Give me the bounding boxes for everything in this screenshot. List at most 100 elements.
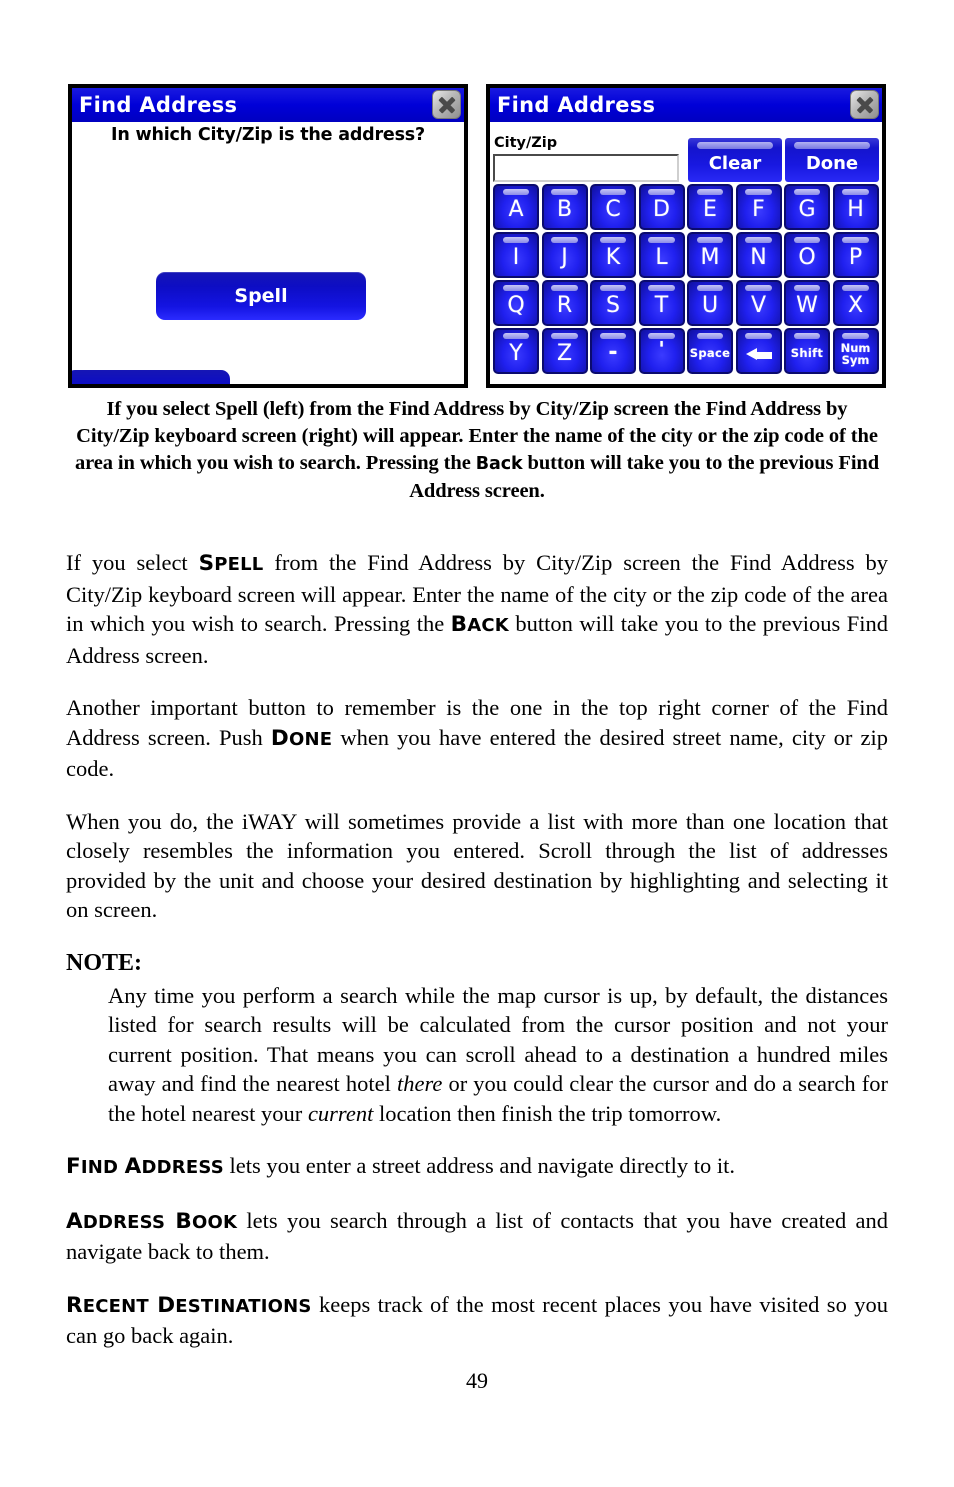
button-highlight	[794, 142, 870, 149]
key-label: P	[848, 245, 863, 270]
prompt-text: In which City/Zip is the address?	[111, 125, 425, 145]
right-screen-titlebar: Find Address	[490, 88, 882, 122]
key-highlight	[793, 189, 821, 195]
key-label: D	[653, 197, 670, 222]
key-j[interactable]: J	[541, 232, 588, 278]
key-highlight	[599, 189, 627, 195]
keyboard-row: Q R S T U V W X	[493, 280, 879, 326]
key-p[interactable]: P	[832, 232, 879, 278]
figure-caption: If you select Spell (left) from the Find…	[72, 396, 882, 505]
note-heading: NOTE:	[66, 949, 143, 976]
key-x[interactable]: X	[832, 280, 879, 326]
backspace-arrow-icon[interactable]	[735, 328, 782, 374]
key-f[interactable]: F	[735, 184, 782, 230]
key-highlight	[648, 189, 675, 195]
key-k[interactable]: K	[590, 232, 636, 278]
key-e[interactable]: E	[687, 184, 733, 230]
key-label: C	[605, 197, 621, 222]
key-highlight	[745, 285, 772, 291]
key-highlight	[551, 333, 578, 339]
key-q[interactable]: Q	[493, 280, 539, 326]
key-b[interactable]: B	[541, 184, 588, 230]
key-d[interactable]: D	[638, 184, 685, 230]
page-number: 49	[466, 1368, 488, 1393]
paragraph-find-address: FIND ADDRESS lets you enter a street add…	[66, 1151, 888, 1183]
left-screen-body: In which City/Zip is the address? Spell …	[72, 122, 464, 384]
key-highlight	[599, 285, 627, 291]
key-i[interactable]: I	[493, 232, 539, 278]
key-label: L	[655, 245, 668, 270]
key-label: J	[561, 245, 568, 270]
close-icon[interactable]	[850, 90, 879, 119]
figure-screenshots: Find Address In which City/Zip is the ad…	[68, 84, 886, 388]
key-g[interactable]: G	[784, 184, 830, 230]
spell-button[interactable]: Spell	[156, 272, 366, 320]
key-z[interactable]: Z	[541, 328, 588, 374]
document-page: Find Address In which City/Zip is the ad…	[0, 0, 954, 1487]
key-m[interactable]: M	[687, 232, 733, 278]
key-highlight	[551, 285, 578, 291]
left-screen-title: Find Address	[79, 92, 238, 117]
city-zip-input[interactable]	[493, 154, 680, 182]
back-button-label: Back	[117, 382, 178, 384]
key-highlight	[648, 333, 675, 339]
key-label: X	[847, 293, 864, 318]
key-dash[interactable]: -	[590, 328, 636, 374]
key-t[interactable]: T	[638, 280, 685, 326]
key-o[interactable]: O	[784, 232, 830, 278]
key-highlight	[745, 189, 772, 195]
key-s[interactable]: S	[590, 280, 636, 326]
done-button[interactable]: Done	[785, 138, 879, 182]
key-n[interactable]: N	[735, 232, 782, 278]
key-label: A	[508, 197, 524, 222]
clear-button[interactable]: Clear	[688, 138, 782, 182]
key-label: Z	[556, 341, 573, 366]
key-l[interactable]: L	[638, 232, 685, 278]
key-highlight	[599, 333, 627, 339]
key-label: R	[556, 293, 573, 318]
backspace-arrow-icon	[745, 348, 772, 361]
spell-button-label: Spell	[234, 285, 288, 307]
key-highlight	[648, 237, 675, 243]
key-shift[interactable]: Shift	[784, 328, 830, 374]
key-highlight	[502, 285, 530, 291]
close-icon[interactable]	[432, 90, 461, 119]
key-label: E	[703, 197, 717, 222]
key-label: M	[700, 245, 720, 270]
key-highlight	[696, 189, 724, 195]
key-v[interactable]: V	[735, 280, 782, 326]
key-label: O	[798, 245, 816, 270]
keyboard-row: Y Z - ' Space Shift Num Sym	[493, 328, 879, 374]
city-zip-group: City/Zip	[493, 136, 680, 182]
back-button[interactable]: Back	[72, 370, 230, 384]
key-h[interactable]: H	[832, 184, 879, 230]
paragraph-2: Another important button to remember is …	[66, 693, 888, 784]
key-u[interactable]: U	[687, 280, 733, 326]
key-label: F	[752, 197, 765, 222]
key-highlight	[502, 237, 530, 243]
key-apostrophe[interactable]: '	[638, 328, 685, 374]
key-label: Y	[509, 341, 523, 366]
button-highlight	[697, 142, 773, 149]
key-highlight	[842, 333, 869, 339]
key-label: T	[654, 293, 669, 318]
key-highlight	[696, 237, 724, 243]
key-highlight	[745, 333, 772, 339]
paragraph-1: If you select SPELL from the Find Addres…	[66, 548, 888, 670]
p1-term-back: BACK	[450, 612, 509, 637]
left-screen-titlebar: Find Address	[72, 88, 464, 122]
key-c[interactable]: C	[590, 184, 636, 230]
keyboard-row: I J K L M N O P	[493, 232, 879, 278]
key-space[interactable]: Space	[687, 328, 733, 374]
caption-back-term: Back	[475, 454, 523, 474]
key-label: Q	[507, 293, 525, 318]
done-button-label: Done	[805, 153, 859, 174]
clear-button-label: Clear	[708, 153, 762, 174]
key-w[interactable]: W	[784, 280, 830, 326]
key-a[interactable]: A	[493, 184, 539, 230]
key-label: V	[750, 293, 767, 318]
key-r[interactable]: R	[541, 280, 588, 326]
key-y[interactable]: Y	[493, 328, 539, 374]
key-num-sym[interactable]: Num Sym	[832, 328, 879, 374]
p1-term-spell: SPELL	[198, 551, 264, 576]
